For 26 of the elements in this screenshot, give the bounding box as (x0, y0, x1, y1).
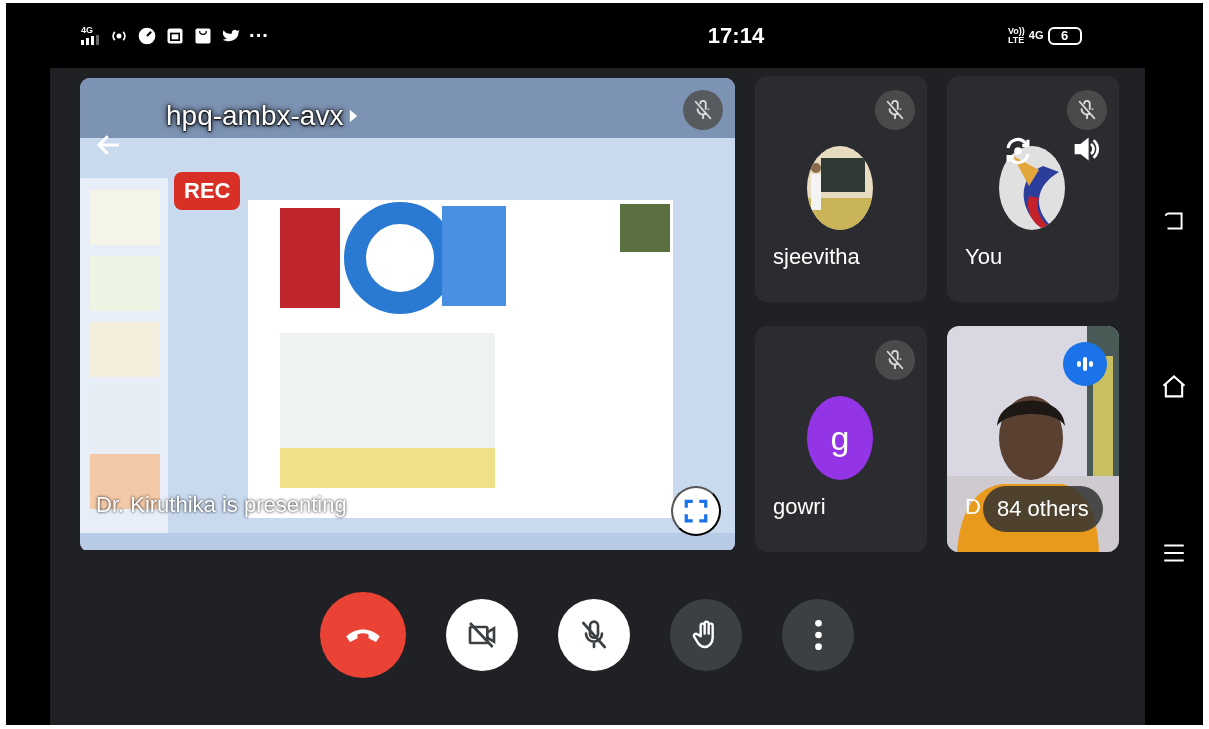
participant-name: D (965, 494, 981, 520)
lte-label: LTE (1008, 35, 1025, 45)
recording-badge: REC (174, 172, 241, 210)
network-type: 4G (81, 26, 94, 35)
clock: 17:14 (706, 22, 766, 49)
participant-tile[interactable]: D 84 others (947, 326, 1119, 552)
battery-level: 6 (1047, 26, 1082, 45)
participant-tile[interactable]: You (947, 76, 1119, 302)
participant-tile[interactable]: g gowri (755, 326, 927, 552)
participant-name: gowri (773, 494, 826, 520)
participant-tile[interactable]: sjeevitha (755, 76, 927, 302)
participant-name: You (965, 244, 1003, 270)
network-type: 4G (1028, 31, 1044, 40)
volte-label: Vo)) (1008, 26, 1025, 36)
screen-share-tile[interactable]: hpq-ambx-avx REC Dr. Kiruthika is presenting (80, 78, 735, 552)
signal-icon (81, 35, 101, 45)
more-vertical-icon (814, 620, 822, 650)
phone-icon (346, 628, 380, 642)
avatar-initial: g (807, 396, 873, 480)
participant-name: sjeevitha (773, 244, 860, 270)
others-count[interactable]: 84 others (983, 486, 1103, 532)
gauge-icon (137, 25, 157, 46)
caret-icon[interactable] (349, 108, 359, 124)
more-notifications: ··· (249, 24, 269, 47)
fullscreen-icon (683, 498, 709, 524)
presenter-label: Dr. Kiruthika is presenting (96, 492, 347, 518)
